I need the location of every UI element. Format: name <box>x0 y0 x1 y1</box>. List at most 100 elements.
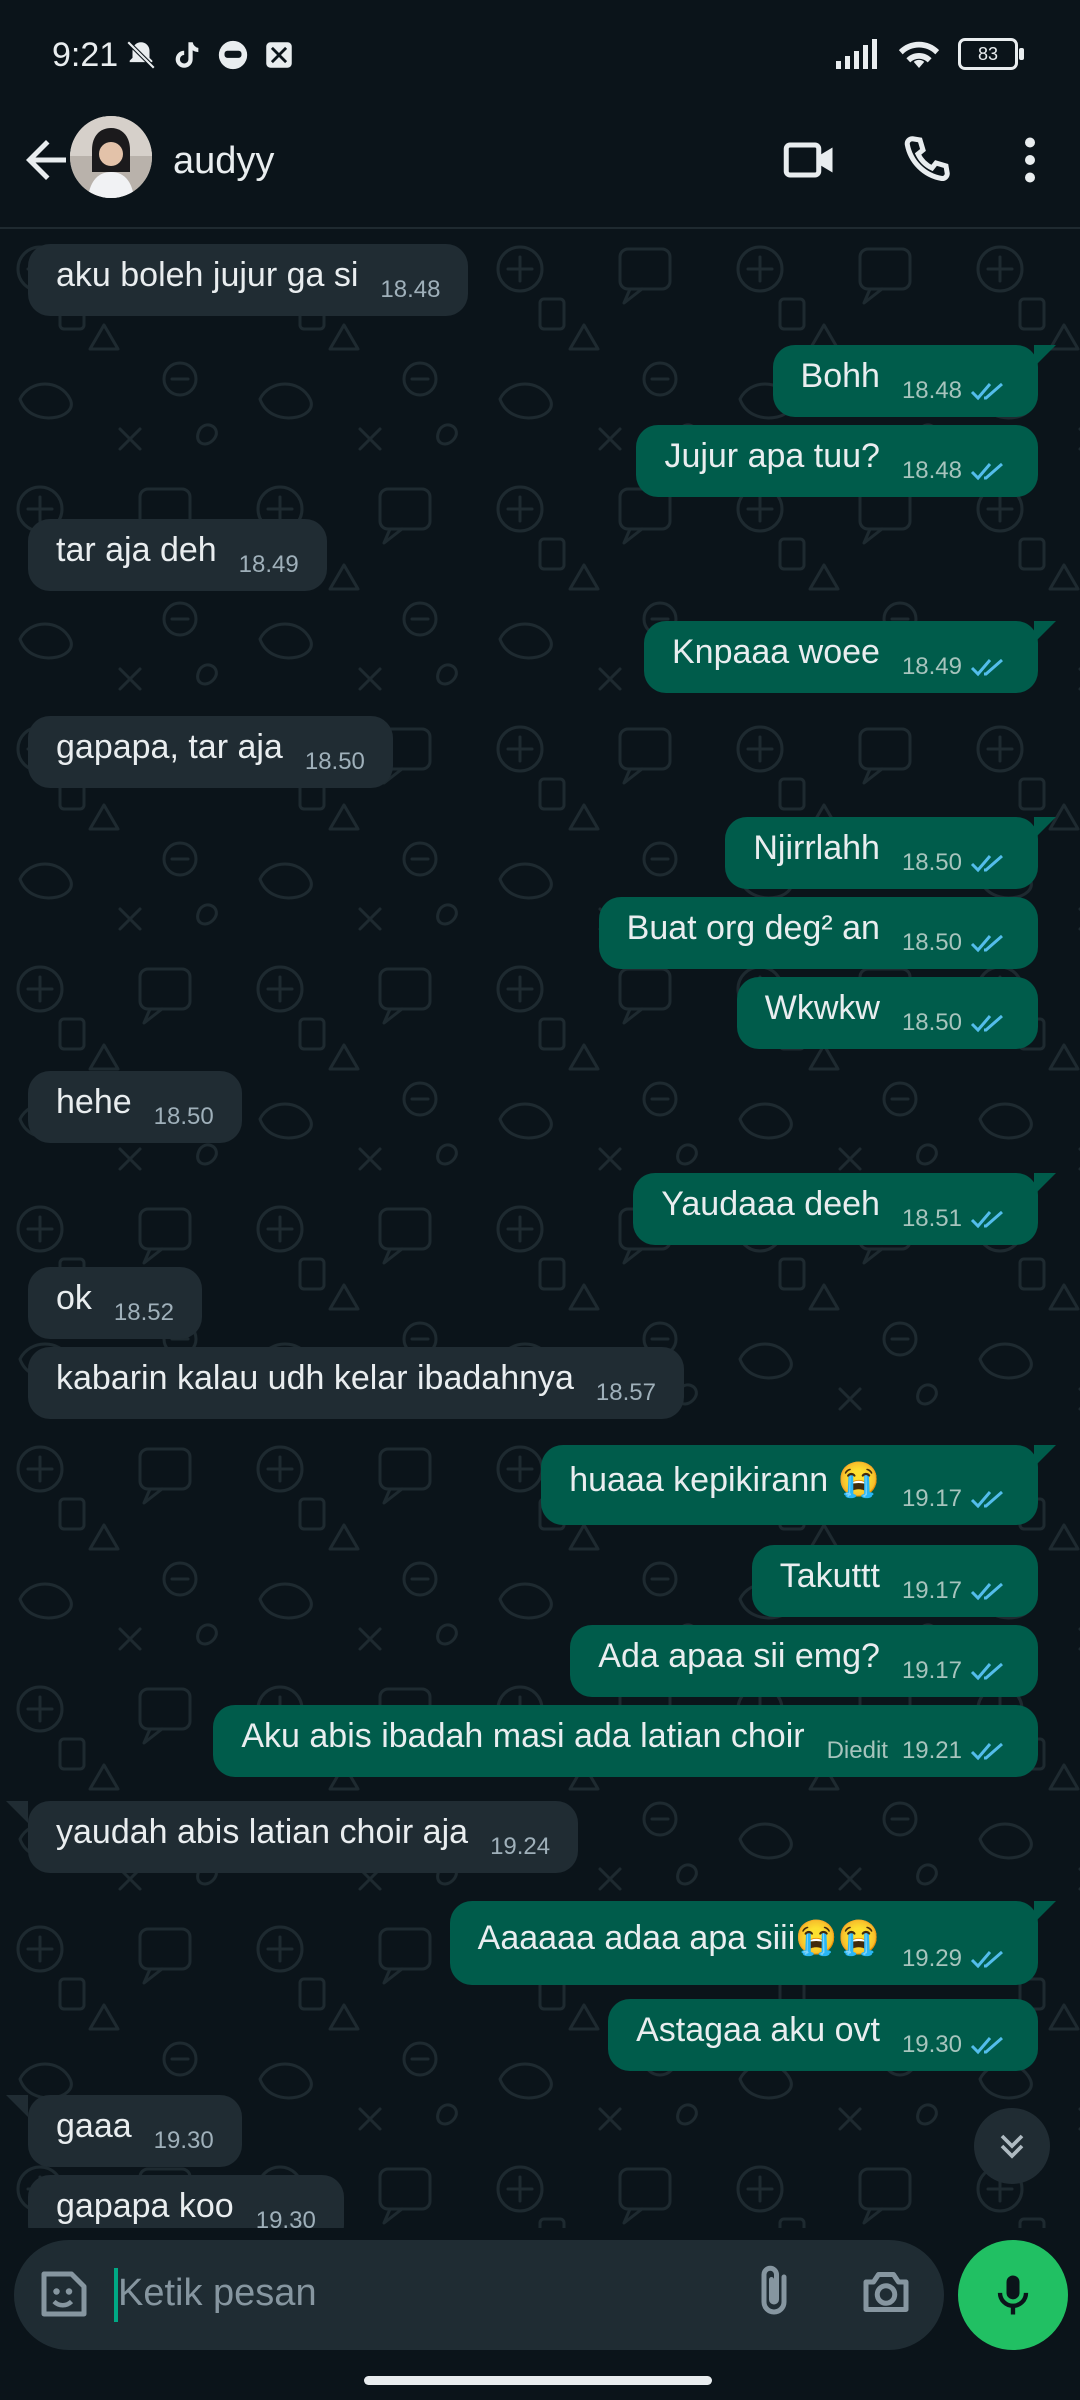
bubble-tail <box>1034 1173 1056 1195</box>
message-time: 19.24 <box>490 1833 551 1860</box>
battery-indicator: 83 <box>958 38 1024 70</box>
message-bubble-outgoing[interactable]: Aku abis ibadah masi ada latian choir Di… <box>213 1705 1038 1777</box>
read-ticks-icon <box>970 854 1003 873</box>
status-time: 9:21 <box>52 36 119 74</box>
message-time: 19.21 <box>901 1737 962 1764</box>
message-time: 18.50 <box>901 929 962 956</box>
read-ticks-icon <box>970 462 1003 481</box>
read-ticks-icon <box>970 1950 1003 1969</box>
message-text: huaaa kepikirann 😭 <box>569 1461 880 1499</box>
message-text: hehe <box>56 1082 132 1121</box>
message-bubble-incoming[interactable]: tar aja deh 18.49 <box>28 519 327 591</box>
message-time: 18.49 <box>238 551 299 578</box>
message-text: Buat org deg² an <box>626 908 880 947</box>
read-ticks-icon <box>970 658 1003 677</box>
emoji-icon[interactable] <box>34 2264 94 2324</box>
message-bubble-outgoing[interactable]: Takuttt 19.17 <box>751 1545 1038 1617</box>
message-text: Astagaa aku ovt <box>636 2010 880 2049</box>
system-icons: 83 <box>836 38 1024 70</box>
message-text: aku boleh jujur ga si <box>56 255 359 294</box>
message-time: 19.30 <box>153 2127 214 2154</box>
message-bubble-outgoing[interactable]: Ada apaa sii emg? 19.17 <box>570 1625 1038 1697</box>
message-text: Bohh <box>800 356 880 395</box>
message-bubble-outgoing[interactable]: Bohh 18.48 <box>772 345 1038 417</box>
message-bubble-incoming[interactable]: aku boleh jujur ga si 18.48 <box>28 244 469 316</box>
message-time: 18.48 <box>380 276 441 303</box>
message-text: Yaudaaa deeh <box>661 1184 880 1223</box>
mic-button[interactable] <box>958 2240 1068 2350</box>
message-text: gapapa, tar aja <box>56 727 283 766</box>
message-bubble-incoming[interactable]: hehe 18.50 <box>28 1071 242 1143</box>
message-text: Njirrlahh <box>753 828 880 867</box>
message-text: Knpaaa woee <box>671 632 880 671</box>
message-text: gapapa koo <box>56 2186 234 2225</box>
message-bubble-outgoing[interactable]: Yaudaaa deeh 18.51 <box>633 1173 1038 1245</box>
bubble-tail <box>1034 1445 1056 1467</box>
message-bubble-incoming[interactable]: gaaa 19.30 <box>28 2095 242 2167</box>
message-text: yaudah abis latian choir aja <box>56 1812 469 1851</box>
read-ticks-icon <box>970 1490 1003 1509</box>
message-text: Aku abis ibadah masi ada latian choir <box>241 1716 805 1755</box>
message-bubble-incoming[interactable]: gapapa koo 19.30 <box>28 2175 344 2229</box>
message-bubble-outgoing[interactable]: Jujur apa tuu? 18.48 <box>636 425 1038 497</box>
read-ticks-icon <box>970 1742 1003 1761</box>
read-ticks-icon <box>970 934 1003 953</box>
message-time: 18.48 <box>901 457 962 484</box>
message-bubble-outgoing[interactable]: Astagaa aku ovt 19.30 <box>608 1999 1038 2071</box>
back-arrow-icon[interactable] <box>16 130 76 190</box>
mic-icon <box>997 2275 1029 2315</box>
message-time: 18.50 <box>901 1009 962 1036</box>
mute-bell-icon <box>126 40 156 70</box>
read-ticks-icon <box>970 2036 1003 2055</box>
video-call-icon[interactable] <box>780 130 840 190</box>
attach-icon[interactable] <box>744 2262 804 2322</box>
message-text: Wkwkw <box>764 988 880 1027</box>
camera-icon[interactable] <box>856 2262 916 2322</box>
voice-call-icon[interactable] <box>896 130 956 190</box>
more-options-icon[interactable] <box>1000 130 1060 190</box>
avatar[interactable] <box>70 116 152 198</box>
message-bubble-outgoing[interactable]: Njirrlahh 18.50 <box>725 817 1038 889</box>
home-indicator[interactable] <box>364 2376 712 2385</box>
notification-icons <box>124 38 296 72</box>
message-text: Jujur apa tuu? <box>664 436 880 475</box>
message-time: 19.17 <box>901 1485 962 1512</box>
read-ticks-icon <box>970 1582 1003 1601</box>
read-ticks-icon <box>970 382 1003 401</box>
read-ticks-icon <box>970 1662 1003 1681</box>
message-bubble-incoming[interactable]: ok 18.52 <box>28 1267 202 1339</box>
chevron-double-down-icon <box>1000 2134 1024 2159</box>
messenger-icon <box>218 40 248 70</box>
edited-label: Diedit <box>826 1737 888 1764</box>
message-time: 19.17 <box>901 1657 962 1684</box>
message-bubble-incoming[interactable]: kabarin kalau udh kelar ibadahnya 18.57 <box>28 1347 684 1419</box>
message-time: 19.17 <box>901 1577 962 1604</box>
status-bar: 9:21 83 <box>0 0 1080 112</box>
contact-name[interactable]: audyy <box>173 140 274 183</box>
message-input-placeholder[interactable]: Ketik pesan <box>118 2272 317 2315</box>
message-time: 19.30 <box>255 2207 316 2229</box>
bubble-tail <box>1034 345 1056 367</box>
message-bubble-incoming[interactable]: yaudah abis latian choir aja 19.24 <box>28 1801 579 1873</box>
tiktok-icon <box>175 42 199 68</box>
message-bubble-outgoing[interactable]: Buat org deg² an 18.50 <box>598 897 1038 969</box>
scroll-to-bottom-button[interactable] <box>974 2108 1050 2184</box>
message-bubble-outgoing[interactable]: Knpaaa woee 18.49 <box>643 621 1038 693</box>
message-bubble-outgoing[interactable]: Wkwkw 18.50 <box>736 977 1038 1049</box>
bubble-tail <box>6 1801 28 1823</box>
app-icon <box>266 42 292 68</box>
message-text: Aaaaaa adaa apa siii😭😭 <box>477 1919 880 1957</box>
bubble-tail <box>1034 817 1056 839</box>
bubble-tail <box>6 2095 28 2117</box>
message-time: 19.30 <box>901 2031 962 2058</box>
message-time: 18.57 <box>595 1379 656 1406</box>
message-bubble-incoming[interactable]: gapapa, tar aja 18.50 <box>28 716 393 788</box>
message-bubble-outgoing[interactable]: Aaaaaa adaa apa siii😭😭 19.29 <box>449 1901 1038 1985</box>
message-text: tar aja deh <box>56 530 217 569</box>
message-time: 18.50 <box>153 1103 214 1130</box>
bubble-tail <box>1034 621 1056 643</box>
chat-area[interactable]: aku boleh jujur ga si 18.48 Bohh 18.48 J… <box>0 229 1080 2229</box>
message-time: 18.50 <box>901 849 962 876</box>
message-bubble-outgoing[interactable]: huaaa kepikirann 😭 19.17 <box>541 1445 1038 1525</box>
bubble-tail <box>1034 1901 1056 1923</box>
